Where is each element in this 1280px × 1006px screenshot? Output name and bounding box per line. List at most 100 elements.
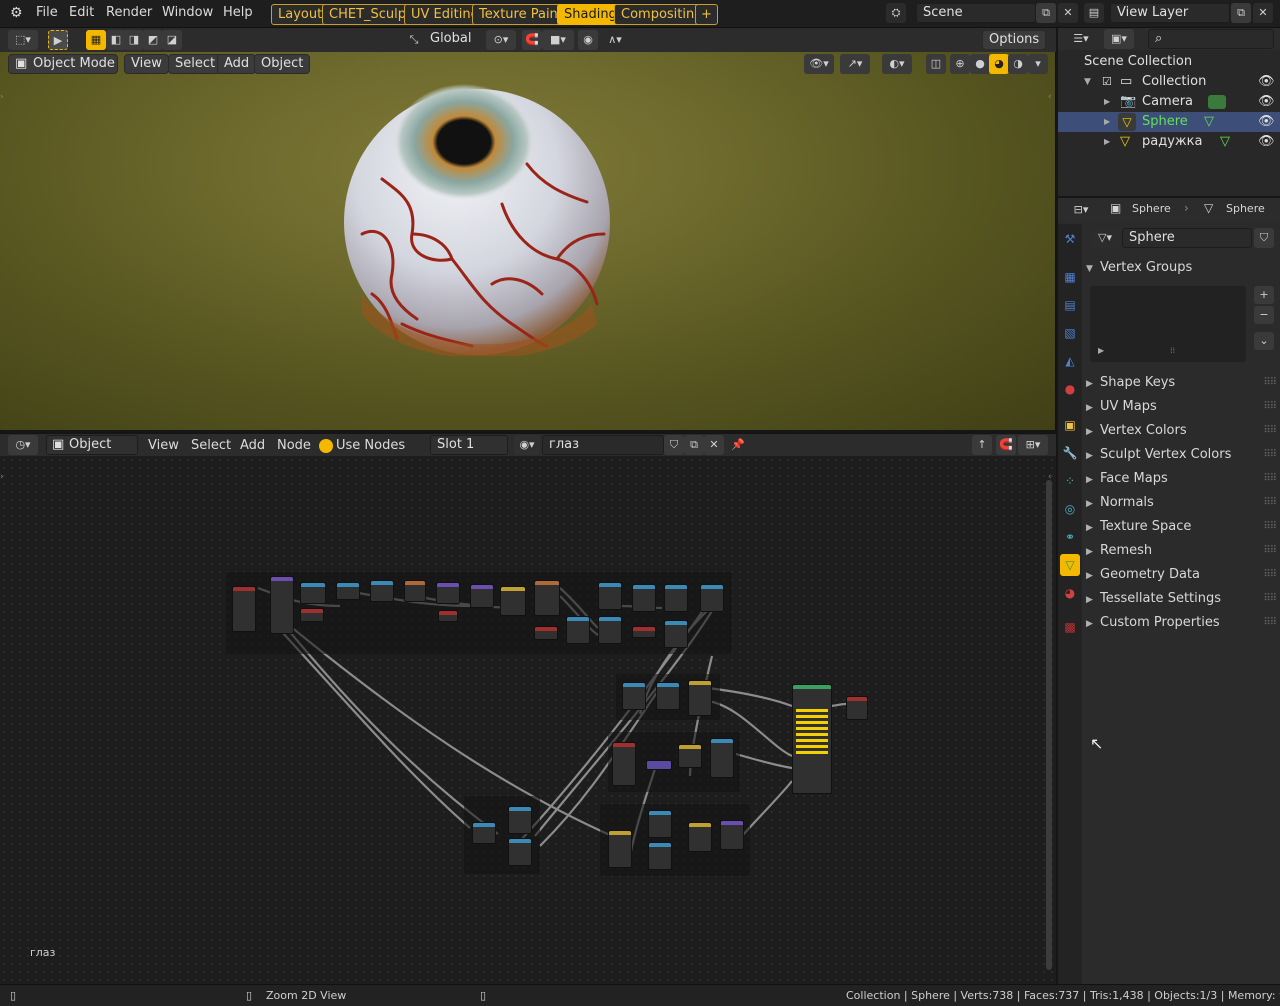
snap-node-icon[interactable]: 🧲 — [996, 435, 1016, 455]
panel-custom-properties[interactable]: ▶ Custom Properties ⠿⠿ — [1086, 613, 1277, 633]
menu-render[interactable]: Render — [106, 0, 152, 26]
blender-logo-icon[interactable]: ⚙ — [10, 0, 23, 26]
panel-uv-maps[interactable]: ▶ UV Maps ⠿⠿ — [1086, 397, 1277, 417]
shader-node[interactable] — [608, 830, 632, 868]
shading-options-icon[interactable]: ▾ — [1028, 54, 1048, 74]
view-layer-field[interactable]: View Layer — [1110, 3, 1230, 23]
tab-layout[interactable]: Layout — [271, 4, 330, 25]
material-browse-icon[interactable]: ◉▾ — [514, 435, 540, 455]
delete-scene-icon[interactable]: ✕ — [1058, 3, 1078, 23]
drag-grip-icon[interactable]: ⠿⠿ — [1263, 469, 1277, 489]
new-scene-icon[interactable]: ⧉ — [1036, 3, 1056, 23]
select-box-mode-icon[interactable]: ▦ — [86, 30, 106, 50]
expand-arrow-icon[interactable]: ▼ — [1084, 72, 1091, 92]
drag-grip-icon[interactable]: ⠿⠿ — [1263, 373, 1277, 393]
texture-tab-icon[interactable]: ▩ — [1060, 616, 1080, 638]
drag-grip-icon[interactable]: ⠿⠿ — [1263, 445, 1277, 465]
output-tab-icon[interactable]: ▤ — [1060, 294, 1080, 316]
menu-help[interactable]: Help — [223, 0, 253, 26]
world-tab-icon[interactable]: ● — [1060, 378, 1080, 400]
new-view-layer-icon[interactable]: ⧉ — [1231, 3, 1251, 23]
unlink-material-icon[interactable]: ✕ — [704, 435, 724, 455]
shader-node[interactable] — [688, 680, 712, 716]
new-material-icon[interactable]: ⧉ — [684, 435, 704, 455]
eye-icon[interactable]: 👁 — [1258, 92, 1275, 112]
shader-node[interactable] — [656, 682, 680, 710]
remove-vertex-group-icon[interactable]: − — [1254, 306, 1274, 324]
visibility-icon[interactable]: 👁▾ — [804, 54, 834, 74]
select-intersect-icon[interactable]: ◪ — [162, 30, 182, 50]
rendered-shading-icon[interactable]: ◑ — [1008, 54, 1028, 74]
view-layer-tab-icon[interactable]: ▧ — [1060, 322, 1080, 344]
material-tab-icon[interactable]: ◕ — [1060, 582, 1080, 604]
shader-node[interactable] — [470, 584, 494, 608]
panel-vertex-colors[interactable]: ▶ Vertex Colors ⠿⠿ — [1086, 421, 1277, 441]
select-tool-icon[interactable]: ▶ — [48, 30, 68, 50]
shader-node[interactable] — [664, 620, 688, 648]
3d-viewport[interactable]: ▣ Object Mode View Select Add Object 👁▾ … — [0, 52, 1056, 430]
outliner-scene-collection[interactable]: Scene Collection — [1058, 52, 1280, 72]
shader-node[interactable] — [232, 586, 256, 632]
select-subtract-icon[interactable]: ◨ — [124, 30, 144, 50]
drag-grip-icon[interactable]: ⠿⠿ — [1263, 397, 1277, 417]
pivot-point-icon[interactable]: ⊙▾ — [486, 30, 516, 50]
shader-node[interactable] — [508, 838, 532, 866]
particles-tab-icon[interactable]: ⁘ — [1060, 470, 1080, 492]
drag-grip-icon[interactable]: ⠿⠿ — [1263, 589, 1277, 609]
eye-icon[interactable]: 👁 — [1258, 132, 1275, 152]
node-editor-type-icon[interactable]: ◷▾ — [8, 435, 38, 455]
gizmo-icon[interactable]: ↗▾ — [840, 54, 870, 74]
shader-node[interactable] — [300, 582, 326, 604]
menu-window[interactable]: Window — [162, 0, 213, 26]
parent-node-tree-icon[interactable]: ↑ — [972, 435, 992, 455]
use-nodes-checkbox[interactable] — [319, 439, 333, 453]
shader-node[interactable] — [336, 582, 360, 600]
drag-grip-icon[interactable]: ⠿⠿ — [1263, 565, 1277, 585]
proportional-edit-icon[interactable]: ◉ — [578, 30, 598, 50]
viewport-menu-view[interactable]: View — [124, 54, 169, 74]
viewport-menu-add[interactable]: Add — [217, 54, 257, 74]
transform-orientation-icon[interactable]: ⤡ — [404, 30, 424, 50]
shader-node[interactable] — [500, 586, 526, 616]
checkbox-icon[interactable]: ☑ — [1102, 72, 1112, 92]
material-output-node[interactable] — [846, 696, 868, 720]
display-mode-icon[interactable]: ▣▾ — [1104, 29, 1134, 49]
shader-node[interactable] — [632, 584, 656, 612]
snap-node-element-icon[interactable]: ⊞▾ — [1018, 435, 1048, 455]
eye-icon[interactable]: 👁 — [1258, 72, 1275, 92]
shader-node[interactable] — [534, 626, 558, 640]
view-layer-icon[interactable]: ▤ — [1084, 3, 1104, 23]
snap-target-icon[interactable]: ■▾ — [542, 30, 574, 50]
panel-geometry-data[interactable]: ▶ Geometry Data ⠿⠿ — [1086, 565, 1277, 585]
expand-arrow-icon[interactable]: ▶ — [1104, 132, 1110, 152]
shader-node[interactable] — [370, 580, 394, 602]
delete-view-layer-icon[interactable]: ✕ — [1253, 3, 1273, 23]
drag-grip-icon[interactable]: ⠿⠿ — [1263, 517, 1277, 537]
solid-shading-icon[interactable]: ● — [970, 54, 990, 74]
panel-remesh[interactable]: ▶ Remesh ⠿⠿ — [1086, 541, 1277, 561]
shader-node[interactable] — [678, 744, 702, 768]
fake-user-icon[interactable]: ⛉ — [664, 435, 684, 455]
shader-node[interactable] — [700, 584, 724, 612]
material-shading-icon[interactable]: ◕ — [989, 54, 1009, 74]
shader-node[interactable] — [648, 842, 672, 870]
node-right-toggle-icon[interactable]: ‹ — [1048, 472, 1052, 482]
modifier-tab-icon[interactable]: 🔧 — [1060, 442, 1080, 464]
eye-icon[interactable]: 👁 — [1258, 112, 1275, 132]
scene-tab-icon[interactable]: ◭ — [1060, 350, 1080, 372]
vertex-group-specials-icon[interactable]: ⌄ — [1254, 332, 1274, 350]
shader-node[interactable] — [612, 742, 636, 786]
principled-bsdf-node[interactable] — [792, 684, 832, 794]
right-panel-toggle-icon[interactable]: ‹ — [1048, 92, 1052, 102]
select-difference-icon[interactable]: ◩ — [143, 30, 163, 50]
panel-face-maps[interactable]: ▶ Face Maps ⠿⠿ — [1086, 469, 1277, 489]
drag-grip-icon[interactable]: ⠿⠿ — [1263, 421, 1277, 441]
outliner-item-camera[interactable]: ▶ 📷 Camera 👁 — [1058, 92, 1280, 112]
editor-type-icon[interactable]: ⬚▾ — [8, 30, 38, 50]
shader-node[interactable] — [664, 584, 688, 612]
falloff-icon[interactable]: ∧▾ — [600, 30, 630, 50]
overlay-icon[interactable]: ◐▾ — [882, 54, 912, 74]
outliner-collection[interactable]: ▼ ☑ ▭ Collection 👁 — [1058, 72, 1280, 92]
shader-node[interactable] — [688, 822, 712, 852]
scene-icon[interactable]: ⛭ — [886, 3, 906, 23]
